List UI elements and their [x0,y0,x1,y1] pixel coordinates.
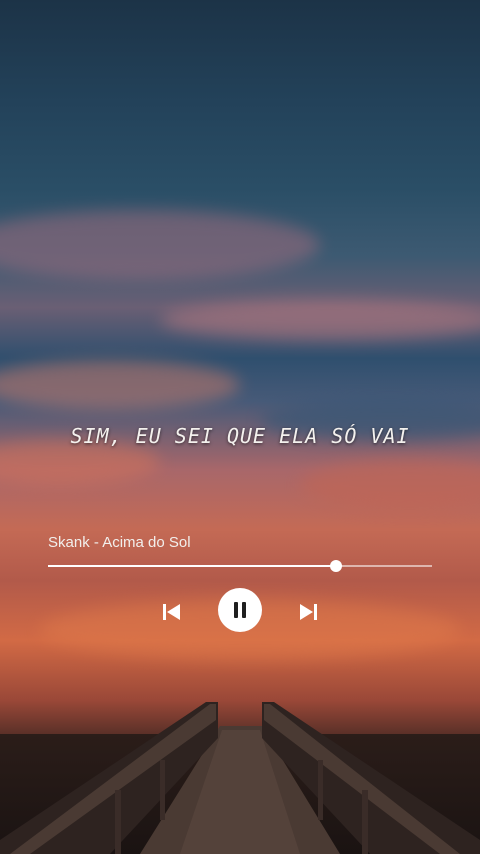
cloud-streak [0,360,240,410]
music-player: Skank - Acima do Sol [48,534,432,632]
cloud-streak [0,210,320,280]
skip-next-button[interactable] [297,602,319,622]
playback-controls [48,588,432,636]
skip-previous-button[interactable] [161,602,183,622]
progress-knob[interactable] [330,560,342,572]
pause-icon [234,602,246,618]
track-title: Skank - Acima do Sol [48,534,191,551]
cloud-streak [160,300,480,340]
video-frame: SIM, EU SEI QUE ELA SÓ VAI Skank - Acima… [0,0,480,854]
skip-previous-icon [163,604,180,620]
skip-next-icon [300,604,317,620]
progress-fill [48,565,336,567]
cloud-streak [300,460,480,510]
progress-bar[interactable] [48,559,432,573]
wooden-pier-image [0,702,480,854]
pause-button[interactable] [218,588,262,632]
lyric-line: SIM, EU SEI QUE ELA SÓ VAI [70,424,410,448]
